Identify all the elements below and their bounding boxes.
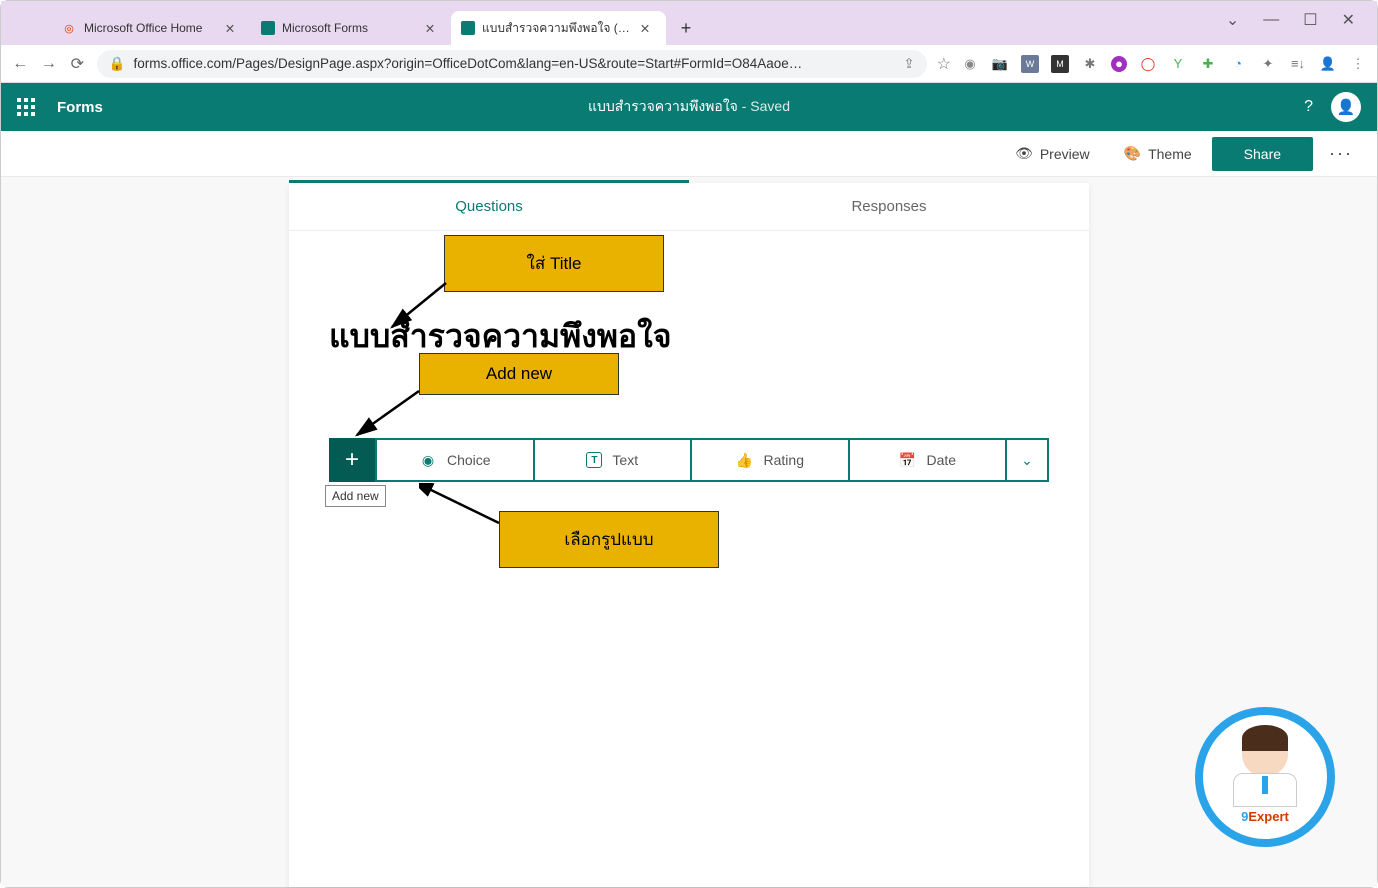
add-question-row: + ◉ Choice T Text 👍 Rating 📅 [329, 438, 1049, 482]
close-tab-icon[interactable]: ✕ [223, 21, 237, 35]
doc-title-text: แบบสำรวจความพึงพอใจ [588, 98, 738, 114]
ext-icon[interactable]: ◉ [961, 55, 979, 73]
browser-tab-strip: ◎ Microsoft Office Home ✕ Microsoft Form… [1, 1, 1377, 45]
question-type-date[interactable]: 📅 Date [848, 438, 1006, 482]
brand-watermark: 9Expert [1195, 707, 1335, 847]
reading-list-icon[interactable]: ≡↓ [1289, 55, 1307, 73]
question-type-more[interactable]: ⌄ [1005, 438, 1049, 482]
browser-address-bar: ← → ⟳ 🔒 forms.office.com/Pages/DesignPag… [1, 45, 1377, 83]
tooltip-add-new: Add new [325, 485, 386, 507]
choice-icon: ◉ [419, 451, 437, 469]
form-card: Questions Responses ใส่ Title แบบสำรวจคว… [289, 183, 1089, 887]
arrow-annotation [349, 387, 429, 443]
question-type-choice[interactable]: ◉ Choice [375, 438, 533, 482]
editor-canvas: Questions Responses ใส่ Title แบบสำรวจคว… [1, 177, 1377, 887]
close-tab-icon[interactable]: ✕ [638, 21, 652, 35]
question-type-text[interactable]: T Text [533, 438, 691, 482]
extension-icons: ◉ 📷 W M ✱ ● ◯ Y ✚ ◔ ✦ ≡↓ 👤 ⋮ [961, 55, 1367, 73]
rating-label: Rating [764, 452, 804, 468]
rating-icon: 👍 [736, 451, 754, 469]
actions-toolbar: 👁 Preview 🎨 Theme Share ··· [1, 131, 1377, 177]
forms-app-header: Forms แบบสำรวจความพึงพอใจ - Saved ? 👤 [1, 83, 1377, 131]
document-title[interactable]: แบบสำรวจความพึงพอใจ - Saved [588, 96, 790, 118]
new-tab-button[interactable]: + [672, 14, 700, 42]
close-tab-icon[interactable]: ✕ [423, 21, 437, 35]
text-icon: T [586, 452, 602, 468]
ext-icon[interactable]: ● [1111, 56, 1127, 72]
profile-avatar-icon[interactable]: 👤 [1319, 55, 1337, 73]
office-favicon-icon: ◎ [61, 20, 77, 36]
browser-tab-current[interactable]: แบบสำรวจความพึงพอใจ (Edit) Micro… ✕ [451, 11, 666, 45]
url-text: forms.office.com/Pages/DesignPage.aspx?o… [133, 56, 802, 71]
ext-icon[interactable]: M [1051, 55, 1069, 73]
date-icon: 📅 [898, 451, 916, 469]
window-controls: ⌄ — ☐ ✕ [1204, 1, 1377, 39]
forms-favicon-icon [461, 21, 475, 35]
url-input[interactable]: 🔒 forms.office.com/Pages/DesignPage.aspx… [97, 50, 927, 78]
lock-icon: 🔒 [109, 56, 126, 72]
reload-icon[interactable]: ⟳ [68, 53, 87, 75]
extensions-puzzle-icon[interactable]: ✦ [1259, 55, 1277, 73]
eye-icon: 👁 [1015, 145, 1033, 162]
forms-favicon-icon [261, 21, 275, 35]
preview-button[interactable]: 👁 Preview [1001, 138, 1104, 169]
tab-questions[interactable]: Questions [289, 183, 689, 230]
chevron-down-icon: ⌄ [1018, 451, 1036, 469]
browser-tab-forms[interactable]: Microsoft Forms ✕ [251, 11, 451, 45]
callout-choose-format: เลือกรูปแบบ [499, 511, 719, 568]
close-window-icon[interactable]: ✕ [1342, 10, 1355, 30]
palette-icon: 🎨 [1124, 145, 1141, 162]
ext-icon[interactable]: ◯ [1139, 55, 1157, 73]
question-type-rating[interactable]: 👍 Rating [690, 438, 848, 482]
ext-icon[interactable]: W [1021, 55, 1039, 73]
saved-status: - Saved [738, 98, 790, 114]
callout-title: ใส่ Title [444, 235, 664, 292]
text-label: Text [612, 452, 638, 468]
help-icon[interactable]: ? [1304, 98, 1313, 116]
more-actions-button[interactable]: ··· [1319, 143, 1363, 164]
form-tabs: Questions Responses [289, 183, 1089, 231]
user-avatar[interactable]: 👤 [1331, 92, 1361, 122]
brand-text: 9Expert [1241, 809, 1289, 824]
date-label: Date [926, 452, 956, 468]
tab-title: แบบสำรวจความพึงพอใจ (Edit) Micro… [482, 19, 631, 38]
share-button[interactable]: Share [1212, 137, 1313, 171]
share-url-icon[interactable]: ⇪ [903, 56, 914, 72]
ext-icon[interactable]: ✱ [1081, 55, 1099, 73]
avatar-face-icon [1242, 731, 1288, 777]
tab-responses[interactable]: Responses [689, 183, 1089, 230]
app-launcher-icon[interactable] [17, 98, 35, 116]
tab-title: Microsoft Office Home [84, 21, 216, 35]
ext-icon[interactable]: ◔ [1229, 55, 1247, 73]
arrow-annotation [419, 483, 509, 529]
maximize-icon[interactable]: ☐ [1303, 10, 1317, 30]
bookmark-star-icon[interactable]: ☆ [937, 54, 951, 74]
ext-icon[interactable]: ✚ [1199, 55, 1217, 73]
ext-icon[interactable]: 📷 [991, 55, 1009, 73]
minimize-icon[interactable]: — [1263, 11, 1279, 29]
chrome-menu-icon[interactable]: ⋮ [1349, 55, 1367, 73]
forms-brand[interactable]: Forms [57, 99, 103, 116]
theme-button[interactable]: 🎨 Theme [1110, 138, 1206, 169]
callout-add-new: Add new [419, 353, 619, 395]
choice-label: Choice [447, 452, 491, 468]
back-icon[interactable]: ← [11, 53, 30, 75]
tab-title: Microsoft Forms [282, 21, 416, 35]
ext-icon[interactable]: Y [1169, 55, 1187, 73]
theme-label: Theme [1148, 146, 1192, 162]
add-question-button[interactable]: + [329, 438, 375, 482]
browser-tab-office-home[interactable]: ◎ Microsoft Office Home ✕ [51, 11, 251, 45]
caret-down-icon[interactable]: ⌄ [1226, 10, 1239, 30]
forward-icon[interactable]: → [40, 53, 59, 75]
preview-label: Preview [1040, 146, 1090, 162]
avatar-body-icon [1233, 773, 1297, 807]
